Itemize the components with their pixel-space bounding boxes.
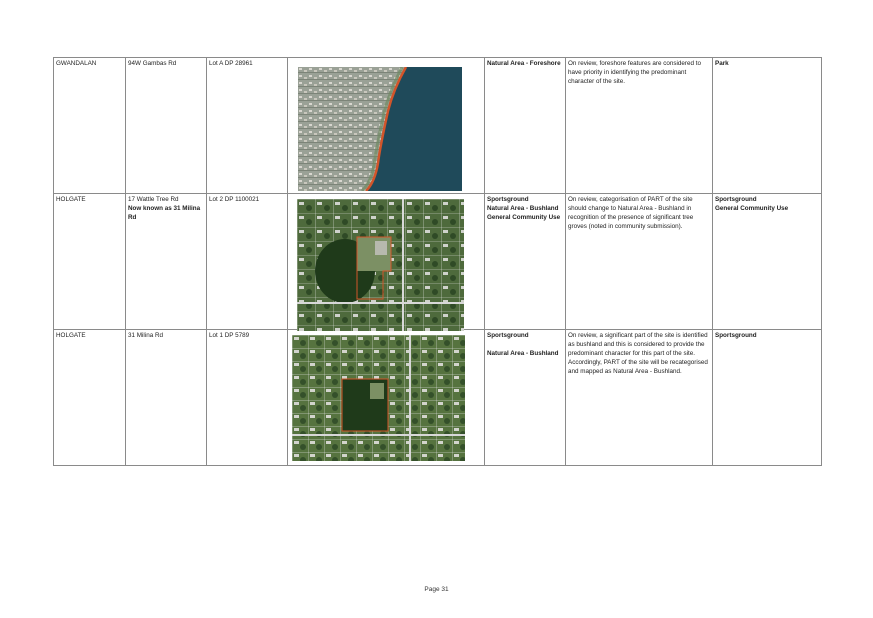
category-label: Sportsground [487,196,529,203]
outcome-label: Sportsground [715,196,757,203]
comment-cell: On review, a significant part of the sit… [565,329,713,466]
table-row: GWANDALAN 94W Gambas Rd Lot A DP 28961 N… [53,57,822,194]
page-number: Page 31 [424,586,449,593]
table-row: HOLGATE 31 Milina Rd Lot 1 DP 5789 Sport… [53,329,822,466]
category-cell: Sportsground Natural Area - Bushland [484,329,566,466]
suburb-cell: HOLGATE [53,329,126,466]
site-table: GWANDALAN 94W Gambas Rd Lot A DP 28961 N… [53,57,822,466]
category-label: Sportsground [487,332,529,339]
aerial-photo-cell [287,57,485,194]
aerial-photo-holgate-31-milina [292,335,465,461]
category-label: Natural Area - Foreshore [487,60,561,67]
outcome-label: Sportsground [715,332,757,339]
outcome-label: Park [715,60,729,67]
address-cell: 94W Gambas Rd [125,57,207,194]
outcome-cell: Sportsground [712,329,822,466]
aerial-photo-cell [287,329,485,466]
suburb-cell: HOLGATE [53,193,126,330]
address-text: 94W Gambas Rd [128,60,177,67]
comment-cell: On review, categorisation of PART of the… [565,193,713,330]
category-label: Natural Area - Bushland [487,350,559,357]
lot-cell: Lot A DP 28961 [206,57,288,194]
aerial-photo-holgate-17-wattle [297,199,464,331]
aerial-photo-gwandalan [298,67,462,191]
address-cell: 31 Milina Rd [125,329,207,466]
address-text: 31 Milina Rd [128,332,163,339]
table-row: HOLGATE 17 Wattle Tree Rd Now known as 3… [53,193,822,331]
lot-cell: Lot 2 DP 1100021 [206,193,288,330]
address-note: Now known as 31 Milina Rd [128,205,201,221]
suburb-cell: GWANDALAN [53,57,126,194]
address-text: 17 Wattle Tree Rd [128,196,179,203]
outcome-cell: Sportsground General Community Use [712,193,822,330]
address-cell: 17 Wattle Tree Rd Now known as 31 Milina… [125,193,207,330]
outcome-cell: Park [712,57,822,194]
outcome-label: General Community Use [715,205,789,212]
aerial-photo-cell [287,193,485,331]
category-cell: Natural Area - Foreshore [484,57,566,194]
category-label: General Community Use [487,214,561,221]
lot-cell: Lot 1 DP 5789 [206,329,288,466]
category-label: Natural Area - Bushland [487,205,559,212]
comment-cell: On review, foreshore features are consid… [565,57,713,194]
category-cell: Sportsground Natural Area - Bushland Gen… [484,193,566,330]
